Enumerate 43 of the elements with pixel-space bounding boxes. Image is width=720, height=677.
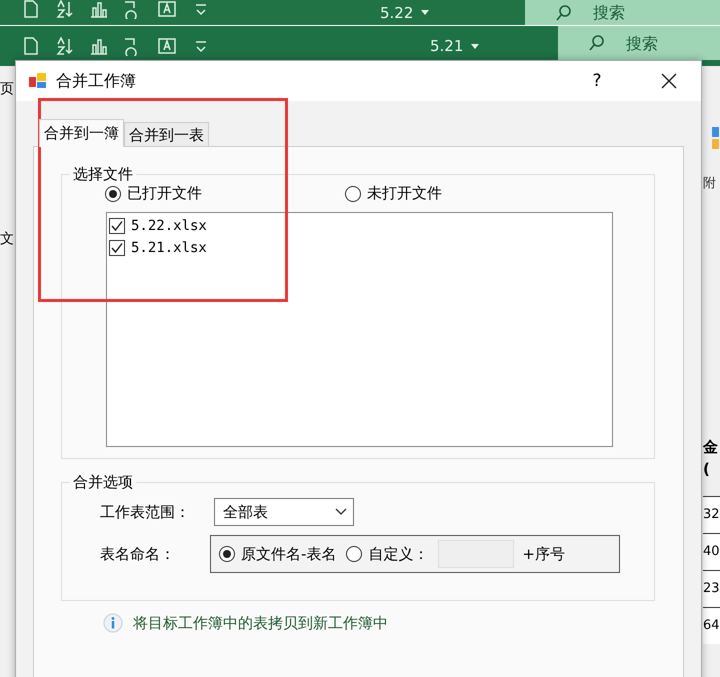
table-cell: 23 bbox=[703, 570, 720, 607]
group-title: 选择文件 bbox=[72, 165, 134, 184]
app-icon bbox=[28, 71, 48, 91]
tab[interactable]: 合并到一表 bbox=[124, 122, 209, 146]
range-dropdown[interactable]: 全部表 bbox=[214, 498, 354, 526]
suffix-text: +序号 bbox=[522, 544, 565, 564]
window-title: 5.21 bbox=[430, 37, 464, 55]
table-cell: 40 bbox=[703, 533, 720, 570]
checkbox-icon[interactable] bbox=[109, 218, 125, 234]
help-button[interactable]: ? bbox=[565, 61, 629, 101]
search-field[interactable]: 搜索 bbox=[525, 0, 720, 25]
file-checkbox[interactable]: 5.21.xlsx bbox=[107, 237, 612, 259]
table-cell: 32 bbox=[703, 496, 720, 533]
caret-down-icon[interactable] bbox=[471, 44, 480, 48]
checkbox-icon[interactable] bbox=[109, 240, 125, 256]
sheet-text: 页 bbox=[0, 80, 15, 98]
file-checkbox[interactable]: 5.22.xlsx bbox=[107, 215, 612, 237]
text-box-icon[interactable] bbox=[156, 0, 178, 18]
table-cell: 64 bbox=[703, 607, 720, 644]
caret-down-icon[interactable] bbox=[421, 10, 430, 15]
radio-option[interactable]: 原文件名-表名 bbox=[219, 544, 336, 564]
table-cell-text: 金 ( bbox=[703, 437, 718, 480]
field-label: 表名命名： bbox=[100, 544, 176, 564]
chevron-down-icon bbox=[335, 508, 347, 516]
search-field[interactable]: 搜索 bbox=[558, 26, 720, 60]
close-icon bbox=[661, 73, 677, 89]
ribbon-label: 附 bbox=[703, 175, 716, 192]
info-icon bbox=[103, 613, 123, 633]
radio-option[interactable]: 已打开文件 bbox=[105, 184, 202, 203]
sheet-text: 文 bbox=[0, 230, 15, 248]
text-box-icon[interactable] bbox=[156, 36, 178, 56]
window-title: 5.22 bbox=[380, 4, 414, 22]
radio-option[interactable]: 未打开文件 bbox=[345, 184, 442, 203]
radio-option[interactable]: 自定义： bbox=[346, 544, 428, 564]
search-icon bbox=[588, 34, 606, 52]
group-title: 合并选项 bbox=[72, 473, 134, 492]
bar-chart-icon[interactable] bbox=[88, 0, 110, 18]
dialog-title: 合并工作簿 bbox=[56, 70, 137, 92]
info-text: 将目标工作簿中的表拷贝到新工作簿中 bbox=[133, 614, 388, 632]
tab[interactable]: 合并到一簿 bbox=[39, 119, 124, 147]
color-swatch-icon bbox=[711, 126, 719, 150]
search-icon bbox=[555, 4, 573, 22]
field-label: 工作表范围： bbox=[100, 502, 191, 522]
